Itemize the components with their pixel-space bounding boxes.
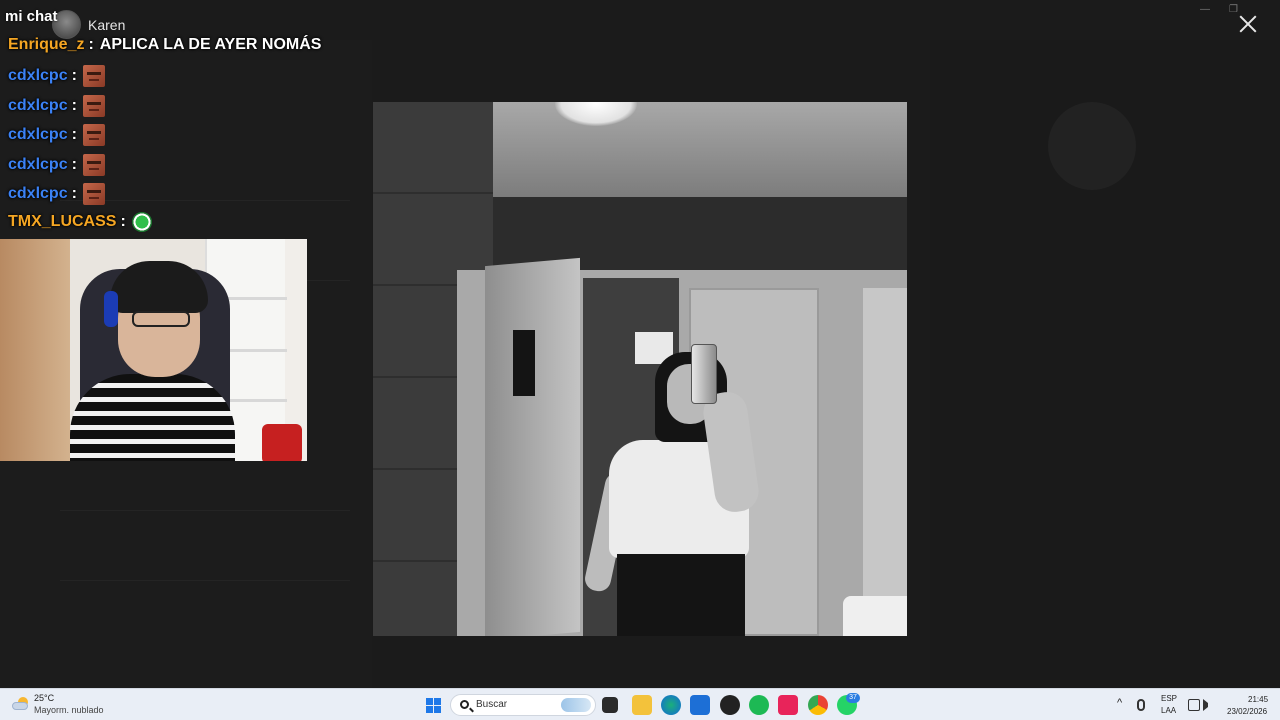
chat-separator: :: [71, 126, 77, 143]
chat-separator: :: [71, 185, 77, 202]
chat-overlay-title: mi chat: [5, 8, 58, 25]
search-highlight-icon: [561, 698, 591, 712]
partly-cloudy-icon[interactable]: [12, 697, 30, 711]
face-emote-icon: [82, 95, 105, 117]
close-icon[interactable]: [1236, 12, 1260, 36]
chat-username: cdxlcpc: [8, 97, 68, 114]
phone-icon: [691, 344, 717, 404]
chat-message: Enrique_z : APLICA LA DE AYER NOMÁS: [8, 36, 321, 54]
weather-temp[interactable]: 25°C: [34, 693, 54, 703]
store-icon[interactable]: [690, 695, 710, 715]
webcam-door: [0, 239, 70, 461]
microphone-tray-icon[interactable]: [1137, 699, 1145, 711]
webcam-shirt: [70, 374, 235, 461]
face-emote-icon: [82, 183, 105, 205]
accessibility-sign-icon: [513, 330, 535, 396]
contact-name[interactable]: Karen: [88, 17, 125, 33]
edge-icon[interactable]: [661, 695, 681, 715]
chat-message: cdxlcpc :: [8, 154, 105, 176]
chat-separator: :: [88, 36, 94, 53]
windows-start-icon[interactable]: [426, 698, 441, 713]
face-emote-icon: [82, 65, 105, 87]
face-emote-icon: [82, 154, 105, 176]
chat-text: APLICA LA DE AYER NOMÁS: [99, 36, 322, 53]
photo-open-door: [485, 257, 580, 636]
chat-username: Enrique_z: [8, 36, 85, 53]
chat-message: cdxlcpc :: [8, 124, 105, 146]
weather-condition[interactable]: Mayorm. nublado: [34, 705, 104, 715]
chat-separator: :: [71, 67, 77, 84]
language-line2[interactable]: LAA: [1161, 706, 1176, 715]
photo-sink: [843, 596, 907, 636]
search-placeholder: Buscar: [476, 699, 508, 710]
chat-message: cdxlcpc :: [8, 95, 105, 117]
divider: [60, 510, 350, 511]
headset-icon: [104, 291, 118, 327]
chat-username: cdxlcpc: [8, 185, 68, 202]
divider: [60, 580, 350, 581]
spotify-icon[interactable]: [749, 695, 769, 715]
background-avatar: [1048, 102, 1136, 190]
photo-person-skirt: [617, 554, 745, 636]
chat-separator: :: [71, 156, 77, 173]
webcam-glasses: [132, 311, 190, 327]
search-box[interactable]: Buscar: [450, 694, 596, 716]
webcam-overlay: [0, 239, 307, 461]
volume-icon[interactable]: [1203, 699, 1208, 711]
photo-stall-door: [863, 288, 907, 636]
chat-username: cdxlcpc: [8, 156, 68, 173]
search-icon: [460, 700, 469, 709]
microphone-icon: [262, 424, 302, 461]
chat-message: TMX_LUCASS :: [8, 212, 152, 232]
globe-emote-icon: [131, 212, 152, 232]
tiktok-icon[interactable]: [778, 695, 798, 715]
chat-message: cdxlcpc :: [8, 65, 105, 87]
chat-username: cdxlcpc: [8, 67, 68, 84]
network-icon[interactable]: [1188, 699, 1200, 711]
chevron-up-icon[interactable]: ^: [1117, 697, 1122, 709]
language-line1[interactable]: ESP: [1161, 694, 1177, 703]
chat-separator: :: [120, 213, 126, 230]
clock-date[interactable]: 23/02/2026: [1227, 707, 1267, 716]
chrome-icon[interactable]: [808, 695, 828, 715]
face-emote-icon: [82, 124, 105, 146]
minimize-icon[interactable]: —: [1200, 4, 1210, 15]
chat-username: cdxlcpc: [8, 126, 68, 143]
obs-icon[interactable]: [720, 695, 740, 715]
chat-message: cdxlcpc :: [8, 183, 105, 205]
task-view-icon[interactable]: [602, 697, 618, 713]
chat-username: TMX_LUCASS: [8, 213, 117, 230]
whatsapp-badge: 37: [846, 693, 860, 703]
media-viewer-photo[interactable]: [373, 102, 907, 636]
file-explorer-icon[interactable]: [632, 695, 652, 715]
webcam-hair: [110, 261, 208, 313]
chat-separator: :: [71, 97, 77, 114]
clock-time[interactable]: 21:45: [1248, 695, 1268, 704]
taskbar: 25°C Mayorm. nublado Buscar 37 ^ ESP LAA…: [0, 688, 1280, 720]
